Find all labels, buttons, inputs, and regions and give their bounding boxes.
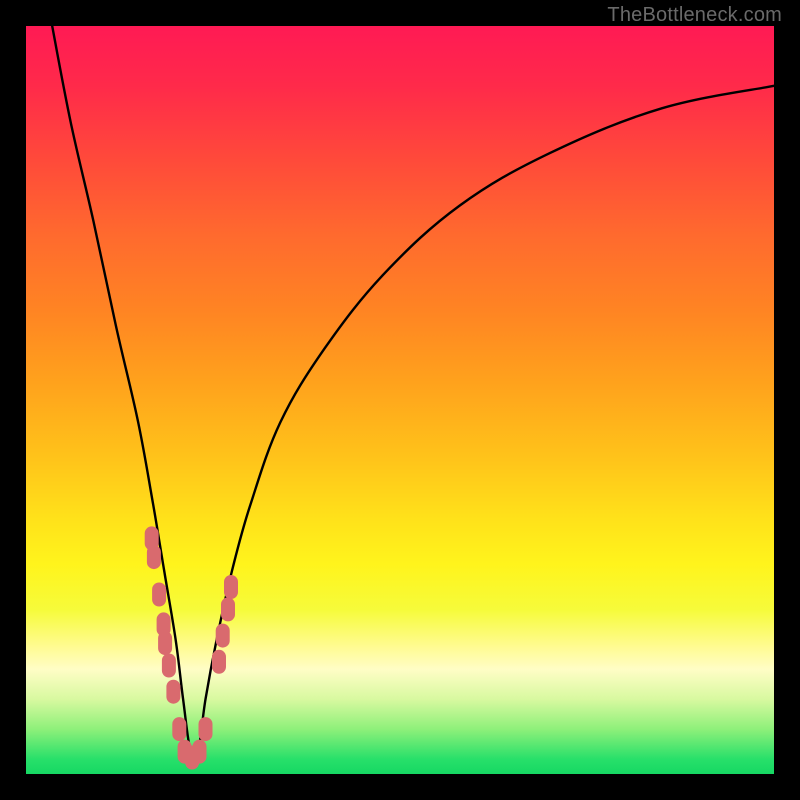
curve-layer <box>26 26 774 774</box>
curve-marker <box>172 717 186 741</box>
curve-marker <box>212 650 226 674</box>
curve-marker <box>147 545 161 569</box>
curve-marker <box>199 717 213 741</box>
curve-marker <box>216 624 230 648</box>
curve-marker <box>166 680 180 704</box>
curve-marker <box>158 631 172 655</box>
curve-marker <box>221 597 235 621</box>
marker-group <box>145 526 238 769</box>
curve-marker <box>193 740 207 764</box>
chart-frame: TheBottleneck.com <box>0 0 800 800</box>
plot-area <box>26 26 774 774</box>
curve-marker <box>224 575 238 599</box>
curve-marker <box>152 583 166 607</box>
watermark-text: TheBottleneck.com <box>607 4 782 27</box>
curve-marker <box>162 654 176 678</box>
